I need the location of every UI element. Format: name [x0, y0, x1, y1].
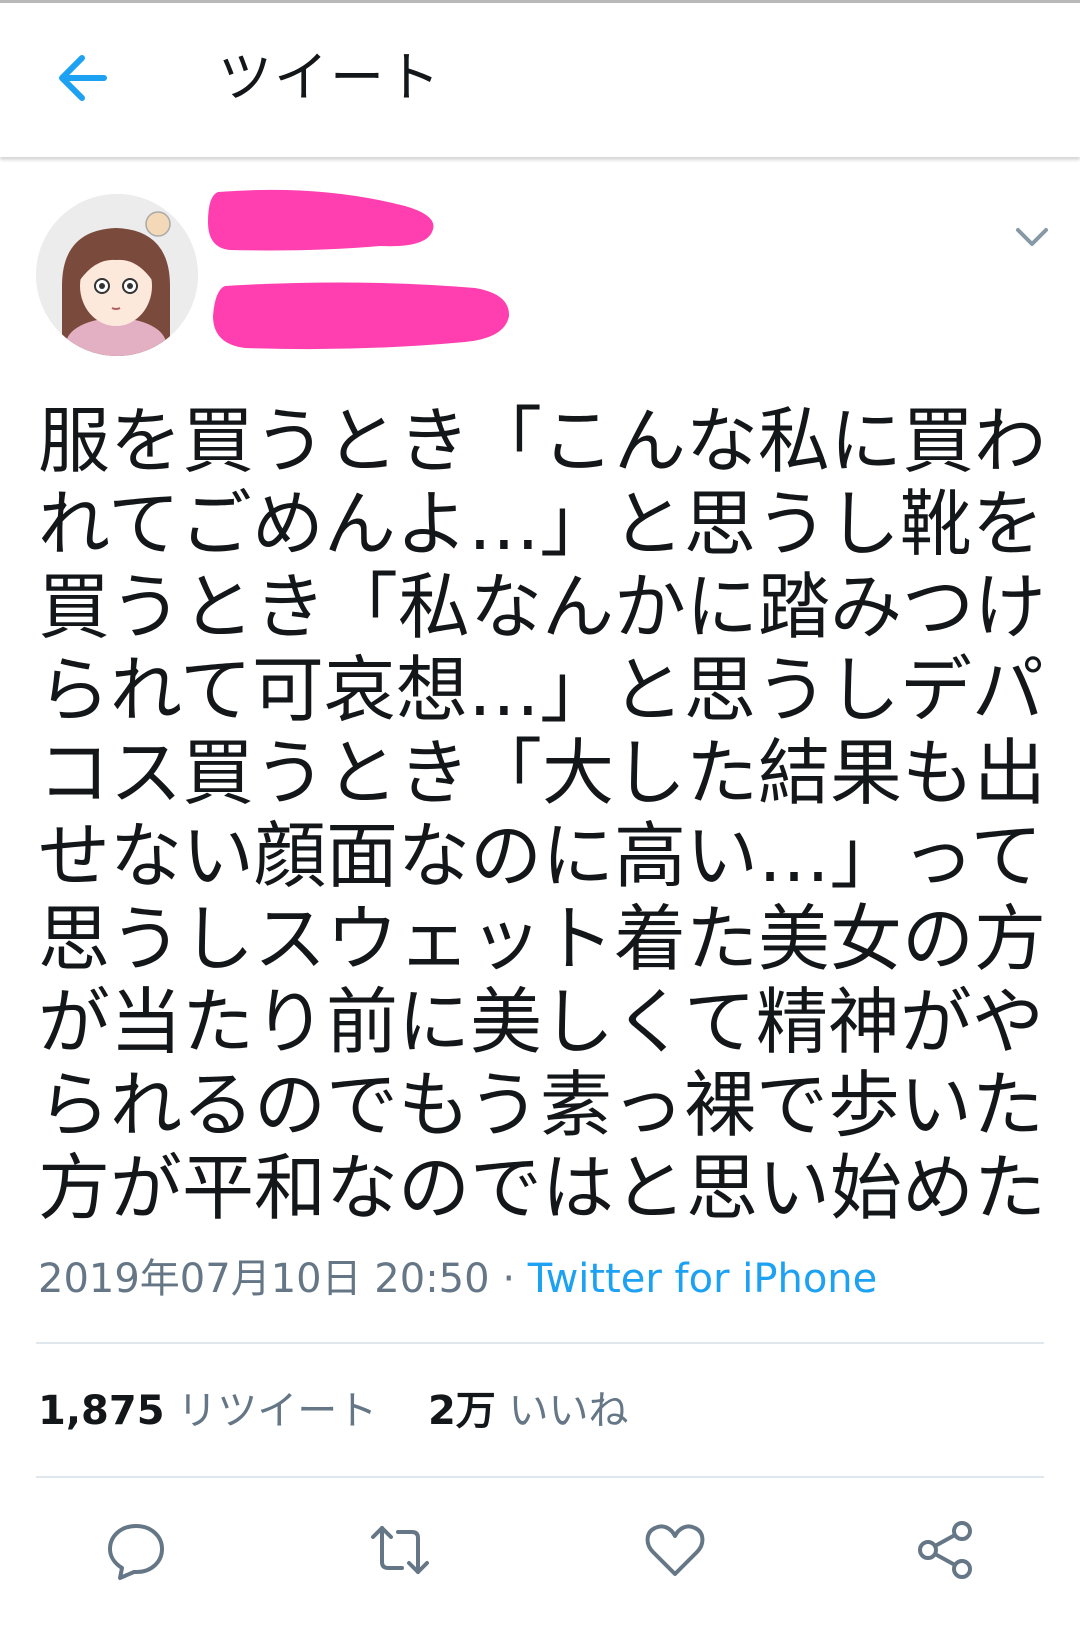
retweets-count: 1,875 — [38, 1388, 165, 1434]
tweet-stats: 1,875 リツイート 2万 いいね — [38, 1386, 667, 1436]
meta-separator: · — [502, 1256, 516, 1302]
chevron-down-icon[interactable] — [1012, 222, 1052, 250]
retweet-icon[interactable] — [368, 1518, 432, 1582]
arrow-left-icon[interactable] — [52, 45, 118, 111]
divider — [36, 1476, 1044, 1478]
like-icon[interactable] — [643, 1518, 707, 1582]
tweet-timestamp: 2019年07月10日 20:50 — [38, 1256, 490, 1302]
retweets-stat[interactable]: 1,875 リツイート — [38, 1388, 377, 1434]
divider — [36, 1342, 1044, 1344]
tweet-meta: 2019年07月10日 20:50 · Twitter for iPhone — [38, 1254, 877, 1304]
page-title: ツイート — [218, 46, 442, 109]
redacted-username — [213, 282, 510, 350]
likes-stat[interactable]: 2万 いいね — [428, 1388, 629, 1434]
app-header: ツイート — [0, 3, 1080, 157]
likes-label: いいね — [508, 1388, 629, 1434]
tweet-source-link[interactable]: Twitter for iPhone — [528, 1256, 878, 1302]
redacted-display-name — [208, 189, 434, 251]
share-icon[interactable] — [914, 1518, 978, 1582]
reply-icon[interactable] — [104, 1518, 168, 1582]
retweets-label: リツイート — [177, 1388, 378, 1434]
avatar[interactable] — [36, 194, 198, 356]
likes-count: 2万 — [427, 1388, 496, 1434]
tweet-text: 服を買うとき「こんな私に買われてごめんよ…」と思うし靴を買うとき「私なんかに踏み… — [38, 399, 1047, 1230]
